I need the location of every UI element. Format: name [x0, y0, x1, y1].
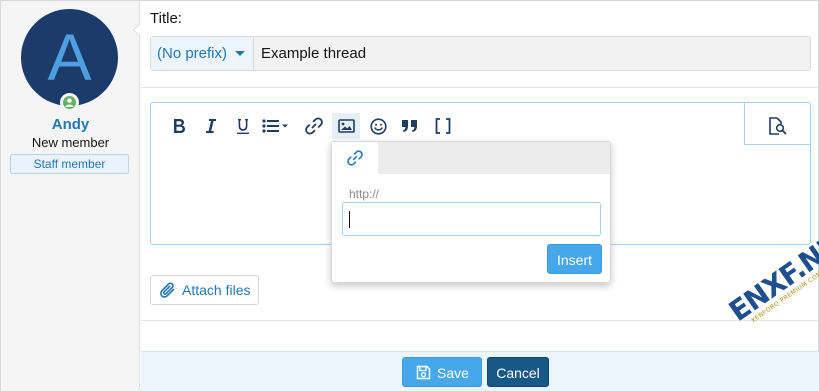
image-icon[interactable] [332, 113, 360, 139]
italic-icon[interactable] [200, 113, 222, 139]
chevron-down-icon [235, 51, 245, 56]
divider [141, 87, 819, 88]
title-input[interactable]: Example thread [255, 37, 810, 70]
username[interactable]: Andy [1, 116, 140, 133]
online-status-icon [60, 93, 79, 112]
insert-link-popup: http:// Insert [331, 141, 611, 283]
user-banner: Staff member [10, 154, 129, 174]
text-cursor [349, 211, 350, 228]
smilie-icon[interactable] [367, 113, 389, 139]
url-input[interactable] [342, 202, 601, 236]
save-label: Save [437, 365, 469, 381]
quote-icon[interactable] [399, 113, 421, 139]
post-thread-form: A Andy New member Staff member Title: (N… [0, 0, 819, 391]
code-icon[interactable] [432, 113, 454, 139]
avatar[interactable]: A [21, 9, 118, 106]
user-info-panel: A Andy New member Staff member [1, 1, 148, 391]
editor-preview-area [744, 103, 811, 145]
list-icon[interactable] [261, 113, 291, 139]
attach-files-label: Attach files [182, 282, 251, 298]
tab-link-url[interactable] [332, 142, 378, 174]
link-icon [347, 150, 363, 166]
bold-icon[interactable] [168, 113, 190, 139]
link-icon[interactable] [303, 113, 325, 139]
title-row: (No prefix) Example thread [150, 36, 811, 71]
insert-button[interactable]: Insert [547, 244, 602, 274]
paperclip-icon [160, 282, 175, 298]
cancel-button[interactable]: Cancel [487, 357, 549, 387]
message-arrow [132, 22, 148, 38]
user-title: New member [31, 135, 110, 150]
watermark-logo: ENXF.NET XENFORO PREMIUM COMMUNITY [723, 219, 819, 334]
divider [141, 320, 819, 321]
prefix-value: (No prefix) [157, 45, 228, 62]
attach-files-button[interactable]: Attach files [150, 275, 259, 305]
title-label: Title: [150, 10, 182, 27]
underline-icon[interactable] [232, 113, 254, 139]
save-button[interactable]: Save [402, 357, 482, 387]
popup-tab-bar [332, 142, 610, 174]
preview-icon[interactable] [767, 113, 789, 139]
save-icon [416, 365, 431, 380]
prefix-select[interactable]: (No prefix) [151, 37, 254, 70]
url-label: http:// [349, 187, 380, 201]
